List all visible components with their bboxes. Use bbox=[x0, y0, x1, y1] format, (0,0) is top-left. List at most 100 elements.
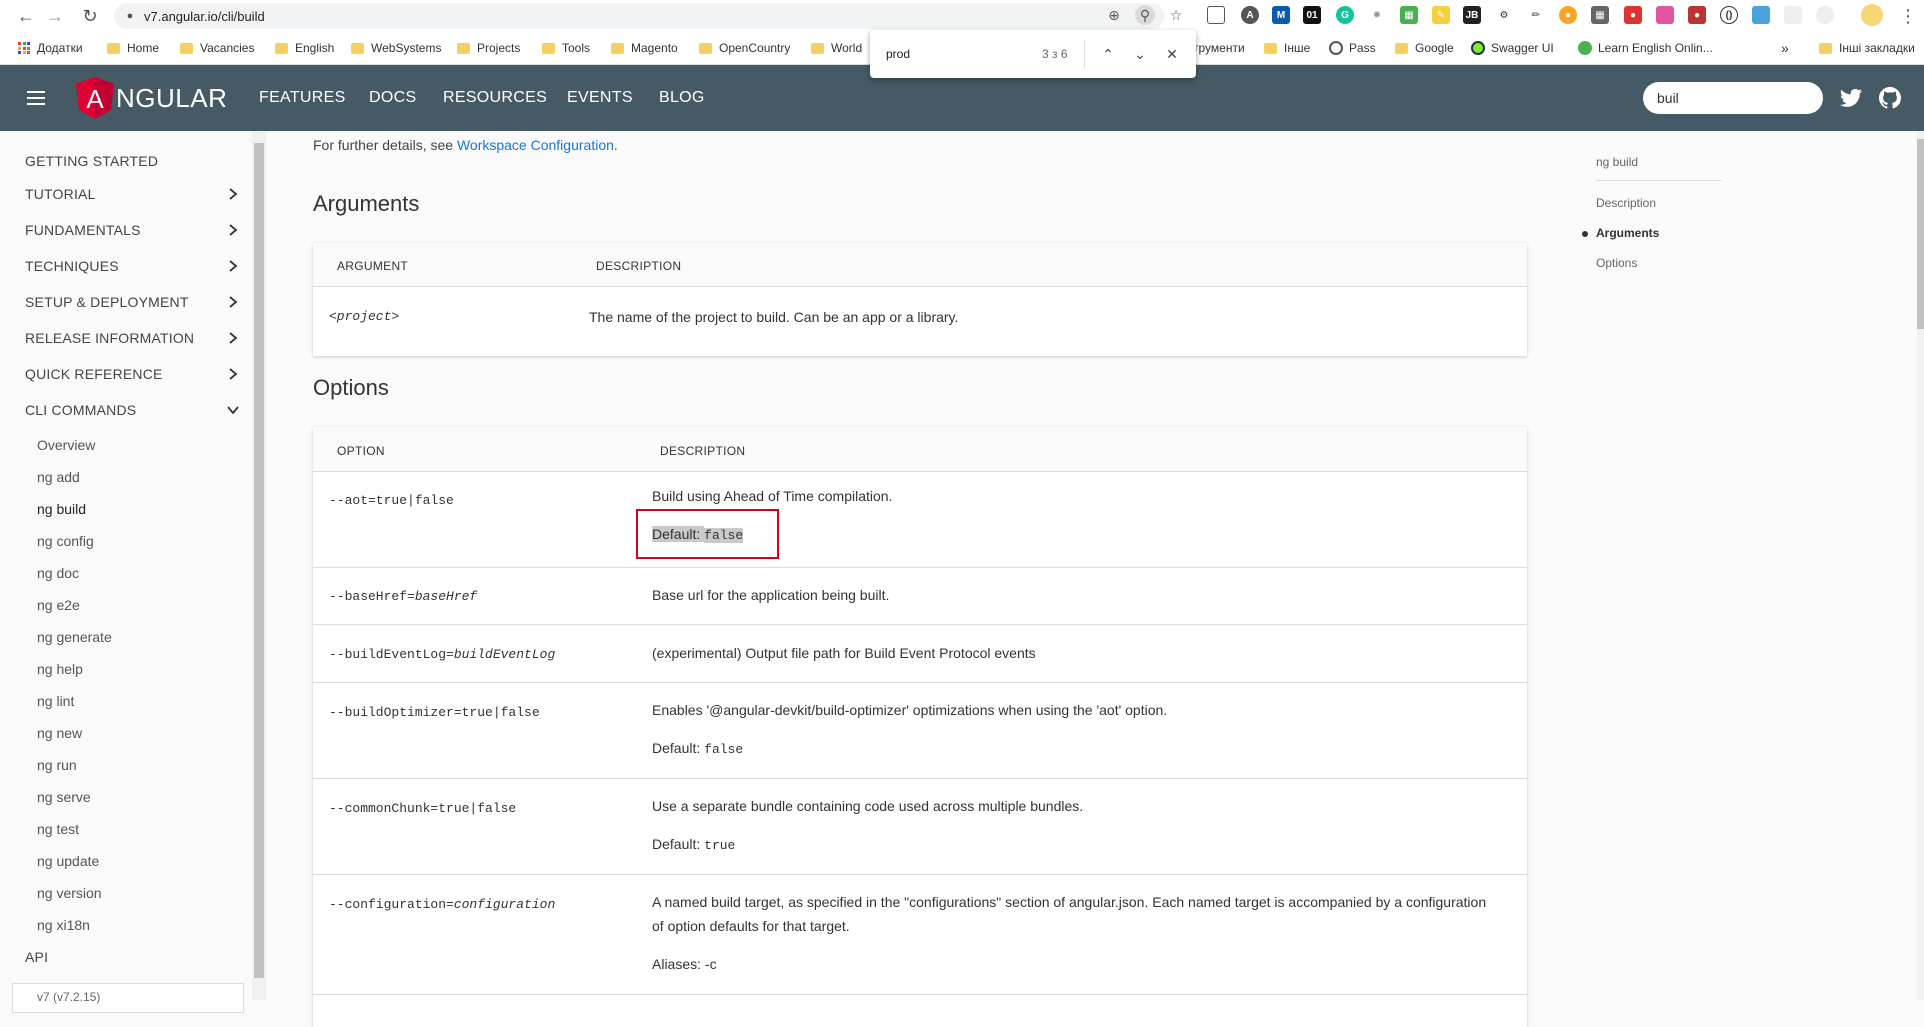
gray-extension-icon[interactable] bbox=[1784, 6, 1802, 24]
sidebar-item-release-information[interactable]: RELEASE INFORMATION bbox=[25, 330, 194, 346]
find-input[interactable]: prod bbox=[886, 47, 910, 61]
nav-features[interactable]: FEATURES bbox=[259, 89, 346, 107]
chevron-down-icon[interactable] bbox=[226, 403, 240, 417]
jb-extension-icon[interactable]: JB bbox=[1463, 6, 1481, 24]
bookmark-google[interactable]: Google bbox=[1395, 39, 1454, 57]
angular-extension-icon[interactable]: A bbox=[1241, 6, 1259, 24]
bookmark-tools-ua[interactable]: трументи bbox=[1193, 39, 1245, 57]
gradient-extension-icon[interactable] bbox=[1656, 6, 1674, 24]
find-icon[interactable]: ⚲ bbox=[1135, 5, 1155, 25]
sidebar-item-ng-build[interactable]: ng build bbox=[37, 501, 86, 517]
chevron-right-icon[interactable] bbox=[226, 223, 240, 237]
chevron-right-icon[interactable] bbox=[226, 367, 240, 381]
round-extension-icon[interactable] bbox=[1816, 6, 1834, 24]
address-bar[interactable]: ● v7.angular.io/cli/build bbox=[114, 3, 1164, 29]
grammarly-extension-icon[interactable]: G bbox=[1336, 6, 1354, 24]
chevron-right-icon[interactable] bbox=[226, 331, 240, 345]
github-icon[interactable] bbox=[1878, 86, 1902, 110]
bookmark-websystems[interactable]: WebSystems bbox=[351, 39, 441, 57]
sidebar-item-cli-commands[interactable]: CLI COMMANDS bbox=[25, 402, 136, 418]
sidebar-item-ng-doc[interactable]: ng doc bbox=[37, 565, 79, 581]
version-selector[interactable]: v7 (v7.2.15) bbox=[12, 983, 244, 1013]
sidebar-item-fundamentals[interactable]: FUNDAMENTALS bbox=[25, 222, 141, 238]
chevron-right-icon[interactable] bbox=[226, 187, 240, 201]
forward-icon[interactable]: → bbox=[43, 4, 67, 28]
01-extension-icon[interactable]: 01 bbox=[1303, 6, 1321, 24]
toc-item-options[interactable]: Options bbox=[1596, 256, 1637, 270]
sidebar-item-ng-e2e[interactable]: ng e2e bbox=[37, 597, 80, 613]
bookmark-opencountry[interactable]: OpenCountry bbox=[699, 39, 790, 57]
sidebar-item-techniques[interactable]: TECHNIQUES bbox=[25, 258, 119, 274]
gear-extension-icon[interactable]: ✹ bbox=[1368, 6, 1386, 24]
bookmark-learn-english[interactable]: Learn English Onlin... bbox=[1578, 39, 1713, 57]
hamburger-menu-icon[interactable] bbox=[24, 87, 48, 109]
bookmark-english[interactable]: English bbox=[275, 39, 334, 57]
sidebar-item-api[interactable]: API bbox=[25, 949, 48, 965]
bookmark-home[interactable]: Home bbox=[107, 39, 159, 57]
angular-logo[interactable]: A NGULAR bbox=[76, 77, 227, 119]
eyedropper-extension-icon[interactable]: ✏ bbox=[1527, 6, 1545, 24]
sidebar-item-ng-lint[interactable]: ng lint bbox=[37, 693, 74, 709]
menu-dots-icon[interactable]: ⋮ bbox=[1896, 4, 1920, 28]
bookmark-tools[interactable]: Tools bbox=[542, 39, 590, 57]
bookmark-vacancies[interactable]: Vacancies bbox=[180, 39, 254, 57]
bookmark-other-bookmarks[interactable]: Інші закладки bbox=[1819, 39, 1915, 57]
blue-extension-icon[interactable] bbox=[1752, 6, 1770, 24]
bookmark-apps[interactable]: Додатки bbox=[18, 39, 83, 57]
bookmarks-more[interactable]: » bbox=[1781, 39, 1789, 57]
sidebar-item-ng-help[interactable]: ng help bbox=[37, 661, 83, 677]
avatar[interactable] bbox=[1861, 4, 1883, 26]
nav-docs[interactable]: DOCS bbox=[369, 89, 416, 107]
m-extension-icon[interactable]: M bbox=[1272, 6, 1290, 24]
sidebar-item-ng-run[interactable]: ng run bbox=[37, 757, 77, 773]
reload-icon[interactable]: ↻ bbox=[78, 4, 102, 28]
sidebar-item-ng-generate[interactable]: ng generate bbox=[37, 629, 112, 645]
add-icon[interactable]: ⊕ bbox=[1104, 5, 1124, 25]
nav-resources[interactable]: RESOURCES bbox=[443, 89, 547, 107]
braces-extension-icon[interactable]: () bbox=[1720, 6, 1738, 24]
bookmark-other[interactable]: Інше bbox=[1264, 39, 1310, 57]
bookmark-pass[interactable]: Pass bbox=[1329, 39, 1376, 57]
workspace-configuration-link[interactable]: Workspace Configuration bbox=[457, 137, 614, 153]
grid-extension-icon[interactable]: ▦ bbox=[1591, 6, 1609, 24]
nav-events[interactable]: EVENTS bbox=[567, 89, 633, 107]
new-extension-icon[interactable]: ● bbox=[1624, 6, 1642, 24]
nav-blog[interactable]: BLOG bbox=[659, 89, 705, 107]
page-scroll-thumb[interactable] bbox=[1917, 139, 1924, 329]
sidebar-item-getting-started[interactable]: GETTING STARTED bbox=[25, 153, 158, 169]
sidebar-item-ng-xi18n[interactable]: ng xi18n bbox=[37, 917, 90, 933]
chevron-right-icon[interactable] bbox=[226, 295, 240, 309]
sidebar-item-ng-test[interactable]: ng test bbox=[37, 821, 79, 837]
page-scrollbar[interactable] bbox=[1917, 131, 1924, 1000]
screenshot-extension-icon[interactable] bbox=[1207, 6, 1225, 24]
sidebar-item-ng-update[interactable]: ng update bbox=[37, 853, 99, 869]
sidebar-item-quick-reference[interactable]: QUICK REFERENCE bbox=[25, 366, 163, 382]
bookmark-magento[interactable]: Magento bbox=[611, 39, 678, 57]
sidebar-scroll-thumb[interactable] bbox=[254, 143, 264, 978]
toc-title[interactable]: ng build bbox=[1596, 155, 1638, 169]
back-icon[interactable]: ← bbox=[14, 4, 38, 28]
sidebar-item-ng-serve[interactable]: ng serve bbox=[37, 789, 91, 805]
find-previous-icon[interactable]: ⌃ bbox=[1096, 42, 1120, 66]
sidebar-scrollbar[interactable] bbox=[252, 131, 266, 1000]
beta-extension-icon[interactable]: ▦ bbox=[1400, 6, 1418, 24]
circle-extension-icon[interactable]: ● bbox=[1559, 6, 1577, 24]
sidebar-item-ng-config[interactable]: ng config bbox=[37, 533, 94, 549]
star-icon[interactable]: ☆ bbox=[1166, 5, 1186, 25]
toc-item-arguments[interactable]: Arguments bbox=[1596, 226, 1659, 240]
chevron-right-icon[interactable] bbox=[226, 259, 240, 273]
sidebar-item-overview[interactable]: Overview bbox=[37, 437, 95, 453]
settings-extension-icon[interactable]: ⚙ bbox=[1495, 6, 1513, 24]
bookmark-projects[interactable]: Projects bbox=[457, 39, 520, 57]
twitter-icon[interactable] bbox=[1839, 86, 1863, 110]
sidebar-item-ng-add[interactable]: ng add bbox=[37, 469, 80, 485]
bookmark-swagger[interactable]: Swagger UI bbox=[1471, 39, 1554, 57]
bookmark-world[interactable]: World bbox=[811, 39, 862, 57]
sidebar-item-setup-deployment[interactable]: SETUP & DEPLOYMENT bbox=[25, 294, 189, 310]
find-close-icon[interactable]: ✕ bbox=[1160, 42, 1184, 66]
find-next-icon[interactable]: ⌄ bbox=[1128, 42, 1152, 66]
pencil-extension-icon[interactable]: ✎ bbox=[1432, 6, 1450, 24]
sidebar-item-ng-version[interactable]: ng version bbox=[37, 885, 102, 901]
sidebar-item-ng-new[interactable]: ng new bbox=[37, 725, 82, 741]
mushroom-extension-icon[interactable]: ● bbox=[1688, 6, 1706, 24]
